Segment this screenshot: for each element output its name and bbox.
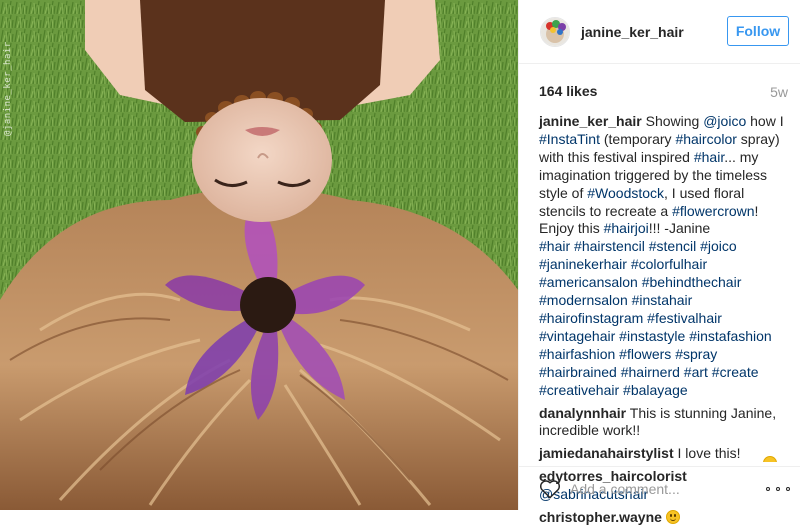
hashtag-link[interactable]: #InstaTint xyxy=(539,131,600,147)
hashtag-link[interactable]: #instastyle xyxy=(619,328,685,344)
hashtag-link[interactable]: #hairstencil xyxy=(574,238,645,254)
photo-watermark: @janine_ker_hair xyxy=(3,41,13,136)
hashtag-link[interactable]: #flowers xyxy=(619,346,671,362)
hashtag-link[interactable]: #instafashion xyxy=(689,328,772,344)
avatar[interactable] xyxy=(540,17,570,47)
hashtag-link[interactable]: #americansalon xyxy=(539,274,638,290)
post-age: 5w xyxy=(770,84,788,100)
comment-text: I love this! xyxy=(673,445,741,462)
comment: danalynnhair This is stunning Janine, in… xyxy=(539,405,791,441)
hashtag-link[interactable]: #hairjoi xyxy=(604,220,649,236)
hashtag-link[interactable]: #hairofinstagram xyxy=(539,310,643,326)
hashtag-link[interactable]: #behindthechair xyxy=(642,274,742,290)
caption-text: Showing @joico how I #InstaTint (tempora… xyxy=(539,113,784,398)
hashtag-link[interactable]: #hair xyxy=(694,149,724,165)
hashtag-link[interactable]: #joico xyxy=(700,238,737,254)
post-header: janine_ker_hair Follow xyxy=(519,0,800,64)
caption-username[interactable]: janine_ker_hair xyxy=(539,113,642,129)
add-comment-input[interactable] xyxy=(570,480,740,498)
hashtag-link[interactable]: #art xyxy=(684,364,708,380)
follow-button[interactable]: Follow xyxy=(727,16,789,46)
hashtag-link[interactable]: #hairbrained xyxy=(539,364,617,380)
hashtag-link[interactable]: #instahair xyxy=(632,292,693,308)
author-username[interactable]: janine_ker_hair xyxy=(581,24,684,40)
comment: jamiedanahairstylist I love this! xyxy=(539,445,791,463)
comment-username[interactable]: jamiedanahairstylist xyxy=(539,445,674,461)
hashtag-link[interactable]: #spray xyxy=(675,346,717,362)
hashtag-link[interactable]: #janinekerhair xyxy=(539,256,627,272)
comment-bar xyxy=(519,466,800,510)
hashtag-link[interactable]: #colorfulhair xyxy=(631,256,707,272)
hashtag-link[interactable]: #stencil xyxy=(649,238,696,254)
post-details-panel: janine_ker_hair Follow 164 likes 5w jani… xyxy=(518,0,800,525)
comments-list: janine_ker_hair Showing @joico how I #In… xyxy=(539,113,791,527)
hashtag-link[interactable]: #haircolor xyxy=(675,131,736,147)
emoji-peek-icon xyxy=(763,456,777,462)
more-options-icon[interactable] xyxy=(766,479,790,499)
post-photo[interactable]: @janine_ker_hair xyxy=(0,0,518,510)
hashtag-link[interactable]: #Woodstock xyxy=(587,185,664,201)
hashtag-link[interactable]: #creativehair xyxy=(539,382,619,398)
comment-username[interactable]: christopher.wayne xyxy=(539,509,662,525)
hashtag-link[interactable]: #modernsalon xyxy=(539,292,628,308)
comment: christopher.wayne xyxy=(539,509,791,527)
photo-image xyxy=(0,0,518,510)
avatar-image xyxy=(541,18,569,46)
likes-count[interactable]: 164 likes xyxy=(539,83,597,99)
hashtag-link[interactable]: #flowercrown xyxy=(672,203,754,219)
mention-link[interactable]: @joico xyxy=(703,113,746,129)
hashtag-link[interactable]: #festivalhair xyxy=(647,310,722,326)
hashtag-link[interactable]: #balayage xyxy=(623,382,688,398)
comment-username[interactable]: danalynnhair xyxy=(539,405,626,421)
hashtag-link[interactable]: #hair xyxy=(539,238,570,254)
hashtag-link[interactable]: #hairfashion xyxy=(539,346,615,362)
post-caption: janine_ker_hair Showing @joico how I #In… xyxy=(539,113,791,400)
hashtag-link[interactable]: #vintagehair xyxy=(539,328,615,344)
hashtag-link[interactable]: #create xyxy=(712,364,759,380)
heart-icon[interactable] xyxy=(539,479,561,499)
smiling-face-emoji-icon xyxy=(665,510,680,525)
hashtag-link[interactable]: #hairnerd xyxy=(621,364,680,380)
